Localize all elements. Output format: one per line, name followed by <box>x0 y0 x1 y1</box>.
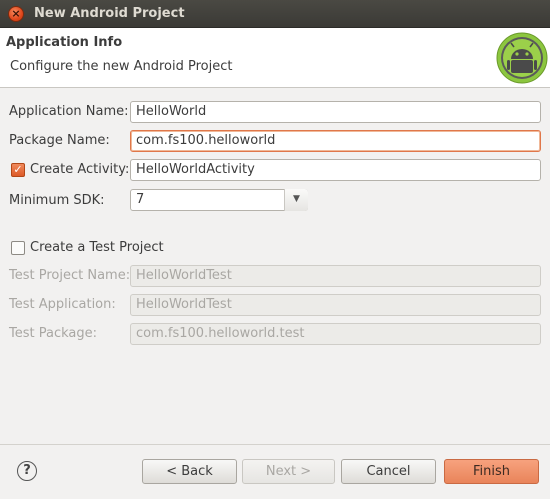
chevron-down-icon[interactable]: ▼ <box>284 189 308 211</box>
cancel-button[interactable]: Cancel <box>341 459 436 484</box>
close-icon[interactable]: × <box>8 6 24 22</box>
minimum-sdk-label: Minimum SDK: <box>9 193 105 208</box>
test-package-input[interactable]: com.fs100.helloworld.test <box>130 323 541 345</box>
test-package-label: Test Package: <box>9 326 97 341</box>
page-description: Configure the new Android Project <box>10 59 233 74</box>
test-application-label: Test Application: <box>9 297 116 312</box>
button-bar-divider <box>0 444 550 445</box>
test-project-name-label: Test Project Name: <box>9 268 131 283</box>
page-title: Application Info <box>6 35 123 50</box>
create-activity-label: Create Activity: <box>30 162 130 177</box>
help-icon[interactable]: ? <box>17 461 37 481</box>
activity-name-input[interactable]: HelloWorldActivity <box>130 159 541 181</box>
application-name-input[interactable]: HelloWorld <box>130 101 541 123</box>
create-activity-checkbox[interactable]: ✓ <box>11 163 25 177</box>
window-title: New Android Project <box>34 6 185 21</box>
next-button[interactable]: Next > <box>242 459 335 484</box>
test-application-input[interactable]: HelloWorldTest <box>130 294 541 316</box>
wizard-header: Application Info Configure the new Andro… <box>0 28 550 88</box>
back-button[interactable]: < Back <box>142 459 237 484</box>
finish-button[interactable]: Finish <box>444 459 539 484</box>
create-test-project-label: Create a Test Project <box>30 240 164 255</box>
minimum-sdk-select[interactable]: 7 <box>130 189 308 211</box>
test-project-name-input[interactable]: HelloWorldTest <box>130 265 541 287</box>
package-name-input[interactable]: com.fs100.helloworld <box>130 130 541 152</box>
create-test-project-checkbox[interactable] <box>11 241 25 255</box>
android-robot-icon <box>496 32 548 84</box>
application-name-label: Application Name: <box>9 104 129 119</box>
window-titlebar: × New Android Project <box>0 0 550 28</box>
package-name-label: Package Name: <box>9 133 110 148</box>
